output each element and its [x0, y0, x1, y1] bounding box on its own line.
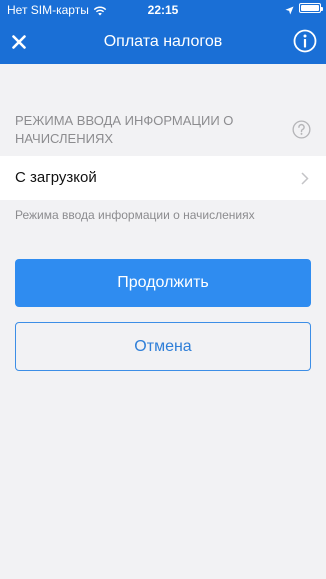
status-time: 22:15	[147, 3, 179, 17]
help-icon	[292, 120, 311, 139]
input-mode-select[interactable]: С загрузкой	[0, 156, 326, 200]
status-bar: Нет SIM-карты 22:15	[0, 0, 326, 20]
battery-icon	[299, 3, 323, 13]
section-label: РЕЖИМА ВВОДА ИНФОРМАЦИИ О НАЧИСЛЕНИЯХ	[15, 113, 234, 146]
info-button[interactable]	[293, 29, 317, 53]
app-header: Нет SIM-карты 22:15 Оплата налогов	[0, 0, 326, 64]
selected-mode-value: С загрузкой	[15, 169, 97, 186]
status-indicators	[285, 3, 323, 15]
continue-button[interactable]: Продолжить	[15, 259, 311, 307]
navigation-bar: Оплата налогов	[0, 20, 326, 64]
page-title: Оплата налогов	[103, 33, 223, 50]
cancel-button[interactable]: Отмена	[15, 322, 311, 371]
help-button[interactable]	[292, 120, 311, 139]
info-icon	[293, 29, 317, 53]
chevron-right-icon	[301, 172, 309, 185]
location-icon	[285, 4, 294, 15]
field-hint: Режима ввода информации о начислениях	[15, 208, 255, 222]
